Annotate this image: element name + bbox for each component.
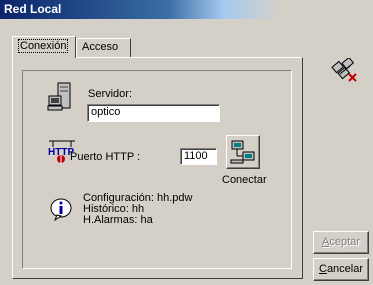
- connection-group: Servidor: optico HTTP Puerto HTTP : 1100: [22, 70, 292, 269]
- accept-label: ceptar: [329, 236, 360, 248]
- server-label: Servidor:: [88, 88, 133, 100]
- server-input[interactable]: optico: [87, 104, 220, 122]
- connect-label: Conectar: [222, 174, 267, 186]
- network-computers-icon: [230, 140, 255, 164]
- server-computer-icon: [47, 82, 77, 112]
- port-label: Puerto HTTP :: [70, 151, 141, 163]
- tab-acceso-label: Acceso: [82, 41, 119, 53]
- tab-acceso[interactable]: Acceso: [76, 38, 131, 57]
- connect-button[interactable]: [226, 135, 260, 169]
- tab-panel-conexion: Servidor: optico HTTP Puerto HTTP : 1100: [12, 57, 303, 279]
- info-icon: [49, 197, 73, 222]
- port-input[interactable]: 1100: [180, 148, 217, 165]
- title-bar[interactable]: Red Local: [0, 0, 373, 19]
- window-title: Red Local: [4, 2, 62, 16]
- tab-conexion[interactable]: Conexión: [12, 36, 76, 58]
- cancel-label: ancelar: [326, 263, 364, 275]
- info-alarmas: H.Alarmas: ha: [83, 214, 153, 226]
- tab-conexion-label: Conexión: [18, 39, 69, 53]
- network-disconnected-icon: [330, 56, 360, 84]
- cancel-mnemonic: C: [318, 263, 327, 275]
- cancel-button[interactable]: Cancelar: [313, 258, 369, 281]
- accept-button[interactable]: Aceptar: [313, 231, 369, 254]
